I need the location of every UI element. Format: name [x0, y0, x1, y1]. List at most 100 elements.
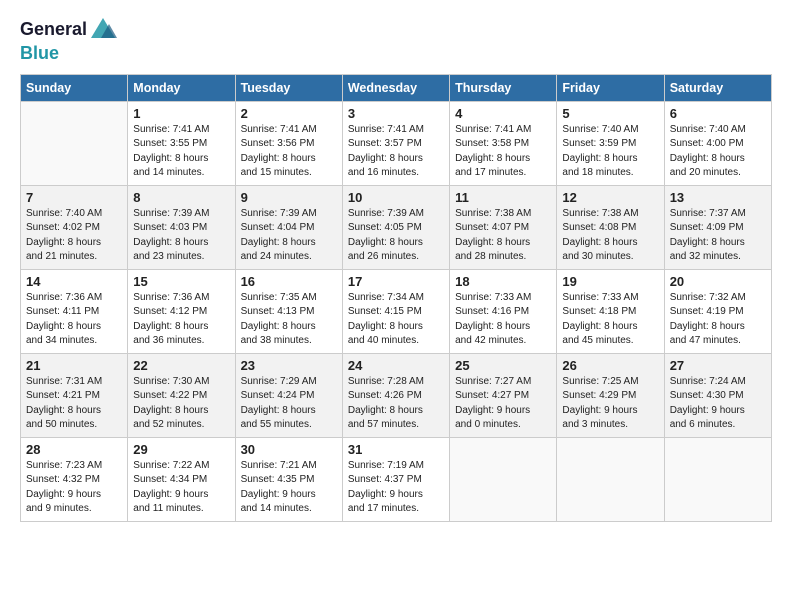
day-cell: 12 Sunrise: 7:38 AM Sunset: 4:08 PM Dayli… — [557, 185, 664, 269]
day-number: 17 — [348, 274, 444, 289]
logo-icon — [89, 16, 117, 44]
day-number: 8 — [133, 190, 229, 205]
day-info: Sunrise: 7:41 AM Sunset: 3:58 PM Dayligh… — [455, 123, 551, 181]
day-number: 22 — [133, 358, 229, 373]
day-info: Sunrise: 7:32 AM Sunset: 4:19 PM Dayligh… — [670, 291, 766, 349]
day-info: Sunrise: 7:41 AM Sunset: 3:56 PM Dayligh… — [241, 123, 337, 181]
day-info: Sunrise: 7:38 AM Sunset: 4:08 PM Dayligh… — [562, 207, 658, 265]
day-cell: 19Sunrise: 7:33 AM Sunset: 4:18 PM Dayli… — [557, 269, 664, 353]
day-cell: 1Sunrise: 7:41 AM Sunset: 3:55 PM Daylig… — [128, 101, 235, 185]
day-number: 19 — [562, 274, 658, 289]
weekday-tuesday: Tuesday — [235, 74, 342, 101]
day-info: Sunrise: 7:40 AM Sunset: 3:59 PM Dayligh… — [562, 123, 658, 181]
day-info: Sunrise: 7:22 AM Sunset: 4:34 PM Dayligh… — [133, 459, 229, 517]
day-cell: 24 Sunrise: 7:28 AM Sunset: 4:26 PM Dayli… — [342, 353, 449, 437]
day-info: Sunrise: 7:25 AM Sunset: 4:29 PM Dayligh… — [562, 375, 658, 433]
day-info: Sunrise: 7:39 AM Sunset: 4:05 PM Dayligh… — [348, 207, 444, 265]
day-info: Sunrise: 7:40 AM Sunset: 4:02 PM Dayligh… — [26, 207, 122, 265]
day-number: 9 — [241, 190, 337, 205]
page: General Blue SundayMondayTuesdayWednesda… — [0, 0, 792, 612]
day-cell: 29Sunrise: 7:22 AM Sunset: 4:34 PM Dayli… — [128, 437, 235, 521]
day-number: 4 — [455, 106, 551, 121]
weekday-sunday: Sunday — [21, 74, 128, 101]
logo: General Blue — [20, 16, 117, 64]
day-number: 14 — [26, 274, 122, 289]
day-number: 2 — [241, 106, 337, 121]
day-info: Sunrise: 7:21 AM Sunset: 4:35 PM Dayligh… — [241, 459, 337, 517]
day-number: 28 — [26, 442, 122, 457]
day-number: 16 — [241, 274, 337, 289]
day-info: Sunrise: 7:41 AM Sunset: 3:57 PM Dayligh… — [348, 123, 444, 181]
day-cell: 28 Sunrise: 7:23 AM Sunset: 4:32 PM Dayli… — [21, 437, 128, 521]
day-cell: 15 Sunrise: 7:36 AM Sunset: 4:12 PM Dayli… — [128, 269, 235, 353]
day-cell: 2 Sunrise: 7:41 AM Sunset: 3:56 PM Daylig… — [235, 101, 342, 185]
day-info: Sunrise: 7:31 AM Sunset: 4:21 PM Dayligh… — [26, 375, 122, 433]
day-info: Sunrise: 7:28 AM Sunset: 4:26 PM Dayligh… — [348, 375, 444, 433]
day-number: 18 — [455, 274, 551, 289]
weekday-thursday: Thursday — [450, 74, 557, 101]
day-number: 23 — [241, 358, 337, 373]
day-info: Sunrise: 7:27 AM Sunset: 4:27 PM Dayligh… — [455, 375, 551, 433]
day-number: 26 — [562, 358, 658, 373]
day-number: 27 — [670, 358, 766, 373]
day-info: Sunrise: 7:39 AM Sunset: 4:03 PM Dayligh… — [133, 207, 229, 265]
week-row-4: 21 Sunrise: 7:31 AM Sunset: 4:21 PM Dayli… — [21, 353, 772, 437]
day-cell: 3 Sunrise: 7:41 AM Sunset: 3:57 PM Daylig… — [342, 101, 449, 185]
day-cell: 4 Sunrise: 7:41 AM Sunset: 3:58 PM Daylig… — [450, 101, 557, 185]
day-info: Sunrise: 7:24 AM Sunset: 4:30 PM Dayligh… — [670, 375, 766, 433]
day-info: Sunrise: 7:33 AM Sunset: 4:16 PM Dayligh… — [455, 291, 551, 349]
week-row-1: 1Sunrise: 7:41 AM Sunset: 3:55 PM Daylig… — [21, 101, 772, 185]
day-cell: 16 Sunrise: 7:35 AM Sunset: 4:13 PM Dayli… — [235, 269, 342, 353]
day-number: 6 — [670, 106, 766, 121]
day-number: 20 — [670, 274, 766, 289]
day-number: 21 — [26, 358, 122, 373]
day-number: 7 — [26, 190, 122, 205]
day-cell: 9Sunrise: 7:39 AM Sunset: 4:04 PM Daylig… — [235, 185, 342, 269]
day-cell: 5 Sunrise: 7:40 AM Sunset: 3:59 PM Daylig… — [557, 101, 664, 185]
day-cell — [450, 437, 557, 521]
day-cell: 7 Sunrise: 7:40 AM Sunset: 4:02 PM Daylig… — [21, 185, 128, 269]
day-info: Sunrise: 7:29 AM Sunset: 4:24 PM Dayligh… — [241, 375, 337, 433]
day-info: Sunrise: 7:36 AM Sunset: 4:11 PM Dayligh… — [26, 291, 122, 349]
day-info: Sunrise: 7:38 AM Sunset: 4:07 PM Dayligh… — [455, 207, 551, 265]
day-cell: 21 Sunrise: 7:31 AM Sunset: 4:21 PM Dayli… — [21, 353, 128, 437]
day-cell: 31Sunrise: 7:19 AM Sunset: 4:37 PM Dayli… — [342, 437, 449, 521]
day-cell: 30 Sunrise: 7:21 AM Sunset: 4:35 PM Dayli… — [235, 437, 342, 521]
day-info: Sunrise: 7:23 AM Sunset: 4:32 PM Dayligh… — [26, 459, 122, 517]
weekday-monday: Monday — [128, 74, 235, 101]
day-number: 25 — [455, 358, 551, 373]
day-info: Sunrise: 7:36 AM Sunset: 4:12 PM Dayligh… — [133, 291, 229, 349]
day-cell: 17Sunrise: 7:34 AM Sunset: 4:15 PM Dayli… — [342, 269, 449, 353]
day-cell: 10Sunrise: 7:39 AM Sunset: 4:05 PM Dayli… — [342, 185, 449, 269]
day-number: 31 — [348, 442, 444, 457]
weekday-saturday: Saturday — [664, 74, 771, 101]
day-cell: 11 Sunrise: 7:38 AM Sunset: 4:07 PM Dayli… — [450, 185, 557, 269]
day-cell — [664, 437, 771, 521]
day-info: Sunrise: 7:37 AM Sunset: 4:09 PM Dayligh… — [670, 207, 766, 265]
day-cell: 6 Sunrise: 7:40 AM Sunset: 4:00 PM Daylig… — [664, 101, 771, 185]
day-number: 30 — [241, 442, 337, 457]
calendar: SundayMondayTuesdayWednesdayThursdayFrid… — [20, 74, 772, 522]
day-info: Sunrise: 7:30 AM Sunset: 4:22 PM Dayligh… — [133, 375, 229, 433]
day-number: 3 — [348, 106, 444, 121]
header: General Blue — [20, 16, 772, 64]
day-cell: 22 Sunrise: 7:30 AM Sunset: 4:22 PM Dayli… — [128, 353, 235, 437]
day-info: Sunrise: 7:35 AM Sunset: 4:13 PM Dayligh… — [241, 291, 337, 349]
day-cell: 26 Sunrise: 7:25 AM Sunset: 4:29 PM Dayli… — [557, 353, 664, 437]
day-cell: 27 Sunrise: 7:24 AM Sunset: 4:30 PM Dayli… — [664, 353, 771, 437]
day-cell: 14 Sunrise: 7:36 AM Sunset: 4:11 PM Dayli… — [21, 269, 128, 353]
weekday-wednesday: Wednesday — [342, 74, 449, 101]
day-cell: 8 Sunrise: 7:39 AM Sunset: 4:03 PM Daylig… — [128, 185, 235, 269]
day-number: 11 — [455, 190, 551, 205]
week-row-3: 14 Sunrise: 7:36 AM Sunset: 4:11 PM Dayli… — [21, 269, 772, 353]
day-info: Sunrise: 7:40 AM Sunset: 4:00 PM Dayligh… — [670, 123, 766, 181]
day-info: Sunrise: 7:41 AM Sunset: 3:55 PM Dayligh… — [133, 123, 229, 181]
day-number: 24 — [348, 358, 444, 373]
logo-text-blue: Blue — [20, 44, 59, 64]
day-number: 5 — [562, 106, 658, 121]
day-cell: 13Sunrise: 7:37 AM Sunset: 4:09 PM Dayli… — [664, 185, 771, 269]
day-number: 12 — [562, 190, 658, 205]
day-number: 15 — [133, 274, 229, 289]
day-cell: 18 Sunrise: 7:33 AM Sunset: 4:16 PM Dayli… — [450, 269, 557, 353]
weekday-header-row: SundayMondayTuesdayWednesdayThursdayFrid… — [21, 74, 772, 101]
